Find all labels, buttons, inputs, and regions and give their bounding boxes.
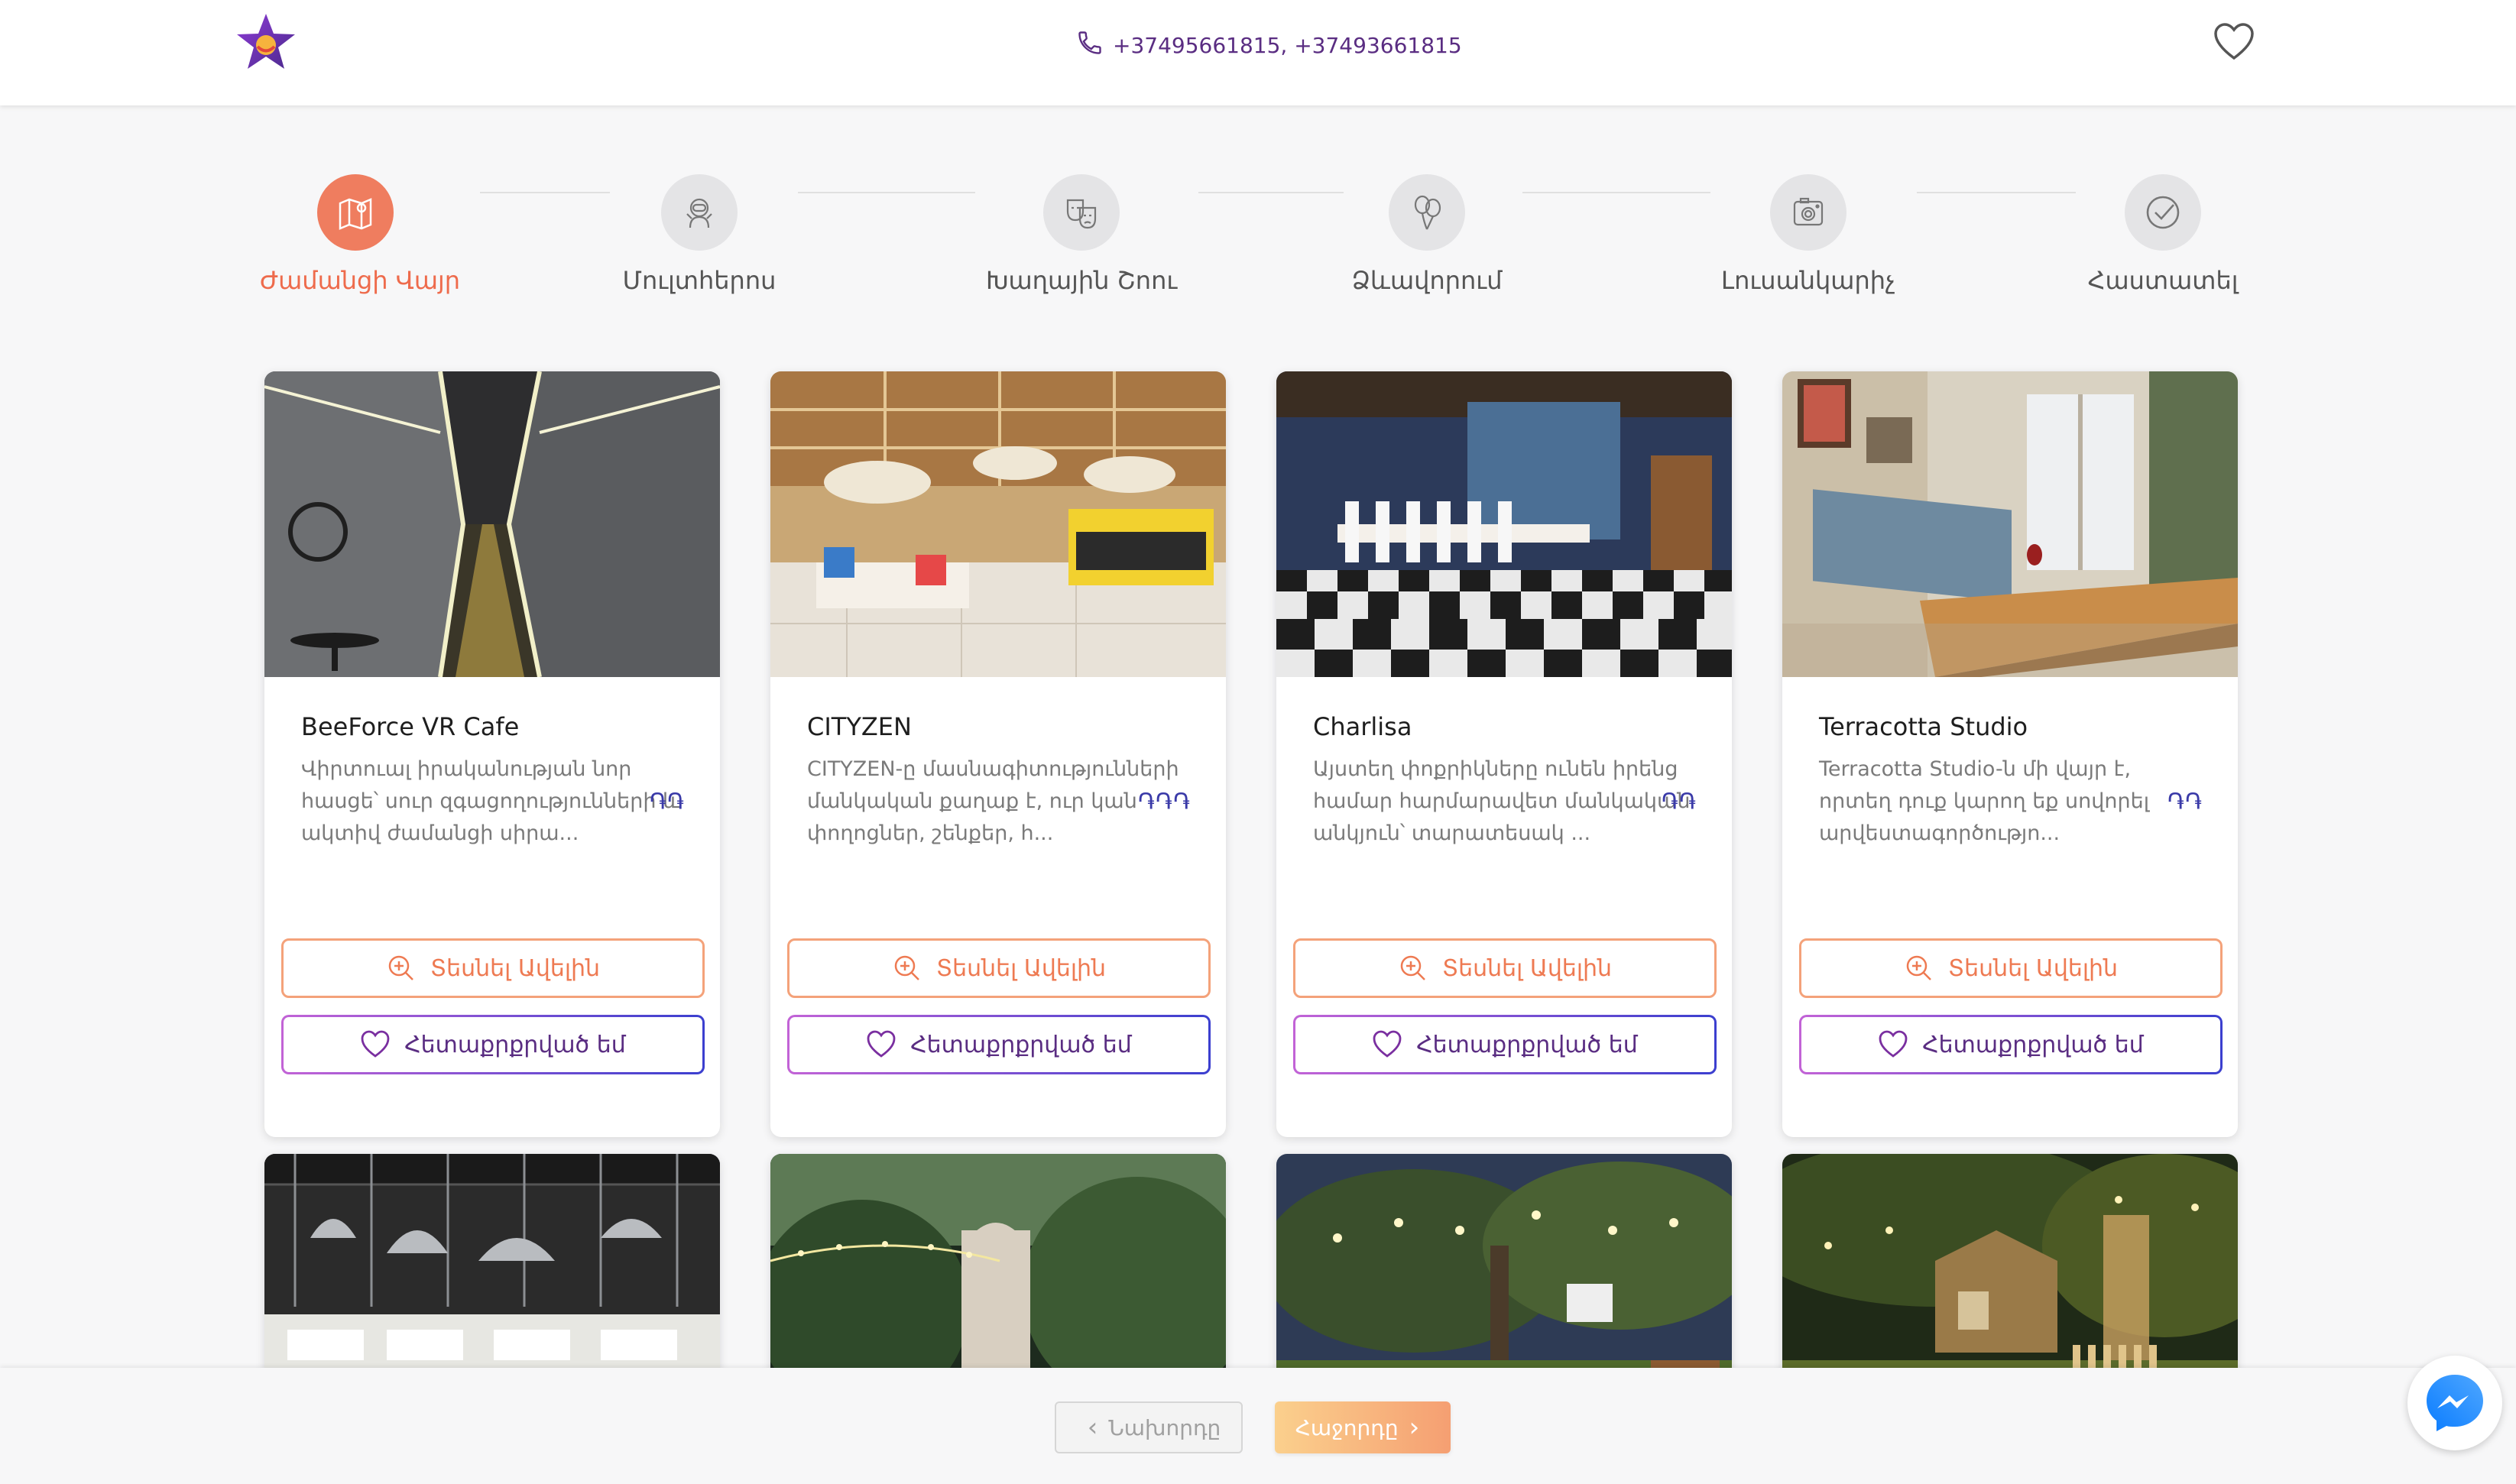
step-label: Խաղային Շոու [986, 266, 1178, 295]
step-game-show[interactable]: Խաղային Շոու [986, 174, 1177, 295]
step-label: Ձևավորում [1351, 266, 1503, 295]
venue-title: CITYZEN [807, 712, 912, 741]
next-label: Հաջորդը [1295, 1414, 1399, 1440]
venue-photo[interactable] [1782, 371, 2238, 677]
step-venue[interactable]: Ժամանցի Վայր [260, 174, 460, 295]
price-level: ֏֏ [649, 789, 685, 815]
interested-label: Հետաքրքրված եմ [1922, 1031, 2144, 1058]
venue-description: Terracotta Studio-ն մի վայր է, որտեղ դու… [1819, 757, 2150, 845]
heart-icon [1373, 1030, 1402, 1058]
zoom-plus-icon [1906, 955, 1931, 980]
venue-card: CITYZEN CITYZEN-ը մասնագիտությունների մա… [770, 371, 1226, 1137]
previous-button[interactable]: ‹ Նախորդը [1055, 1401, 1243, 1453]
interested-button[interactable]: Հետաքրքրված եմ [1293, 1015, 1717, 1074]
zoom-plus-icon [894, 955, 919, 980]
venue-photo[interactable] [1276, 371, 1732, 677]
next-button[interactable]: Հաջորդը › [1275, 1401, 1451, 1453]
step-connector [1522, 192, 1710, 193]
heart-icon [361, 1030, 390, 1058]
venue-card: BeeForce VR Cafe Վիրտուալ իրականության ն… [264, 371, 720, 1137]
zoom-plus-icon [1400, 955, 1425, 980]
price-level: ֏֏ [2167, 789, 2203, 815]
venue-title: Charlisa [1313, 712, 1412, 741]
venue-title: Terracotta Studio [1819, 712, 2028, 741]
step-confirm[interactable]: Հաստատել [2080, 174, 2245, 295]
venue-card: Terracotta Studio Terracotta Studio-ն մի… [1782, 371, 2238, 1137]
previous-label: Նախորդը [1108, 1414, 1221, 1440]
step-label: Մուլտհերոս [622, 266, 777, 295]
check-circle-icon [2125, 174, 2201, 251]
step-photographer[interactable]: Լուսանկարիչ [1717, 174, 1900, 295]
see-more-label: Տեսնել Ավելին [430, 954, 601, 982]
see-more-button[interactable]: Տեսնել Ավելին [1293, 938, 1717, 998]
interested-button[interactable]: Հետաքրքրված եմ [1799, 1015, 2223, 1074]
venue-photo[interactable] [770, 371, 1226, 677]
interested-label: Հետաքրքրված եմ [404, 1031, 626, 1058]
map-icon [317, 174, 394, 251]
step-connector [480, 192, 610, 193]
heart-icon [1879, 1030, 1908, 1058]
step-label: Հաստատել [2087, 266, 2239, 295]
heart-icon [867, 1030, 896, 1058]
see-more-label: Տեսնել Ավելին [935, 954, 1107, 982]
price-level: ֏֏֏ [1137, 789, 1191, 815]
step-connector [1198, 192, 1344, 193]
step-connector [798, 192, 975, 193]
phone-icon [1076, 29, 1113, 62]
header-phone[interactable]: +37495661815, +37493661815 [1076, 29, 1462, 62]
wizard-footer: ‹ Նախորդը Հաջորդը › [0, 1368, 2516, 1484]
step-decoration[interactable]: Ձևավորում [1339, 174, 1515, 295]
venue-description: Այստեղ փոքրիկները ունեն իրենց համար հարմ… [1313, 757, 1691, 845]
venue-description: Վիրտուալ իրականության նոր հասցե՝ սուր զգ… [301, 757, 679, 845]
phone-numbers[interactable]: +37495661815, +37493661815 [1113, 33, 1462, 58]
price-level: ֏֏ [1661, 789, 1697, 815]
see-more-label: Տեսնել Ավելին [1947, 954, 2119, 982]
astronaut-icon [661, 174, 738, 251]
interested-label: Հետաքրքրված եմ [1416, 1031, 1638, 1058]
star-logo-icon[interactable] [234, 11, 298, 75]
balloons-icon [1389, 174, 1465, 251]
see-more-button[interactable]: Տեսնել Ավելին [281, 938, 705, 998]
chevron-left-icon: ‹ [1087, 1412, 1098, 1443]
theater-masks-icon [1043, 174, 1120, 251]
interested-button[interactable]: Հետաքրքրված եմ [281, 1015, 705, 1074]
venue-description: CITYZEN-ը մասնագիտությունների մանկական ք… [807, 757, 1179, 845]
venue-title: BeeForce VR Cafe [301, 712, 520, 741]
camera-icon [1770, 174, 1846, 251]
interested-label: Հետաքրքրված եմ [910, 1031, 1132, 1058]
zoom-plus-icon [388, 955, 413, 980]
interested-button[interactable]: Հետաքրքրված եմ [787, 1015, 1211, 1074]
step-label: Ժամանցի Վայր [260, 266, 460, 295]
messenger-icon[interactable] [2407, 1356, 2502, 1450]
top-header: +37495661815, +37493661815 [0, 0, 2516, 105]
venue-card: Charlisa Այստեղ փոքրիկները ունեն իրենց հ… [1276, 371, 1732, 1137]
see-more-label: Տեսնել Ավելին [1441, 954, 1613, 982]
see-more-button[interactable]: Տեսնել Ավելին [1799, 938, 2223, 998]
step-character[interactable]: Մուլտհերոս [611, 174, 787, 295]
step-label: Լուսանկարիչ [1721, 266, 1895, 295]
chevron-right-icon: › [1409, 1412, 1420, 1443]
venue-photo[interactable] [264, 371, 720, 677]
heart-icon[interactable] [2213, 23, 2255, 61]
step-connector [1917, 192, 2076, 193]
see-more-button[interactable]: Տեսնել Ավելին [787, 938, 1211, 998]
